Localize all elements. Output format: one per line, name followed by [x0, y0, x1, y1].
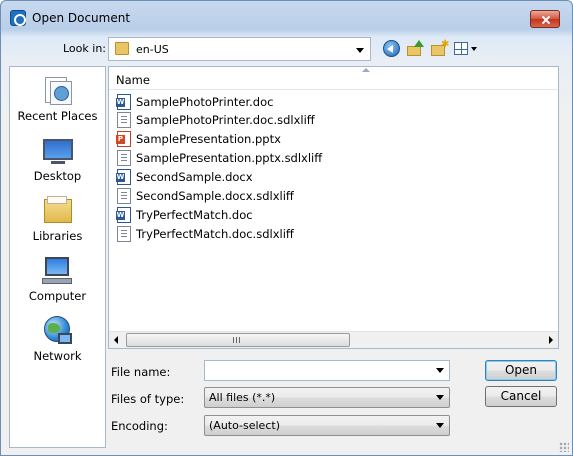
chevron-down-icon[interactable] — [356, 48, 364, 53]
encoding-dropdown[interactable]: (Auto-select) — [204, 415, 450, 436]
file-name-label: File name: — [111, 365, 171, 379]
scroll-left-icon[interactable] — [114, 336, 118, 344]
file-item[interactable]: TryPerfectMatch.doc.sdlxliff — [117, 225, 347, 243]
file-item[interactable]: SecondSample.docx.sdlxliff — [117, 187, 347, 205]
file-name: TryPerfectMatch.doc.sdlxliff — [136, 227, 294, 241]
resize-grip[interactable] — [559, 442, 569, 452]
horizontal-scrollbar[interactable] — [109, 331, 558, 348]
place-desktop[interactable]: Desktop — [10, 135, 105, 183]
powerpoint-file-icon — [116, 131, 131, 147]
file-item[interactable]: SamplePhotoPrinter.doc.sdlxliff — [117, 111, 347, 129]
network-icon — [42, 315, 74, 347]
place-label: Recent Places — [17, 109, 98, 123]
sdlxliff-file-icon — [117, 226, 131, 242]
file-item[interactable]: TryPerfectMatch.doc — [116, 206, 347, 224]
sdlxliff-file-icon — [117, 150, 131, 166]
file-name: TryPerfectMatch.doc — [136, 208, 253, 222]
file-name: SamplePhotoPrinter.doc — [136, 95, 274, 109]
scroll-right-icon[interactable] — [549, 336, 553, 344]
up-one-level-icon[interactable] — [407, 40, 424, 57]
place-label: Libraries — [32, 229, 83, 243]
place-label: Network — [33, 349, 82, 363]
chevron-down-icon[interactable] — [436, 423, 444, 428]
files-of-type-label: Files of type: — [111, 392, 185, 406]
new-folder-icon[interactable]: ✱ — [431, 40, 449, 57]
file-item[interactable]: SecondSample.docx — [116, 168, 347, 186]
file-item[interactable]: SamplePhotoPrinter.doc — [116, 93, 347, 111]
chevron-down-icon[interactable] — [436, 395, 444, 400]
file-name: SamplePresentation.pptx.sdlxliff — [136, 151, 323, 165]
sdlxliff-file-icon — [117, 112, 131, 128]
app-icon — [10, 10, 26, 26]
window-title: Open Document — [32, 11, 131, 25]
place-computer[interactable]: Computer — [10, 255, 105, 303]
encoding-label: Encoding: — [111, 419, 168, 433]
open-button[interactable]: Open — [485, 360, 557, 381]
file-name: SecondSample.docx — [136, 170, 253, 184]
files-of-type-dropdown[interactable]: All files (*.*) — [204, 387, 450, 408]
computer-icon — [41, 255, 74, 287]
folder-icon — [115, 42, 129, 55]
look-in-label: Look in: — [63, 42, 106, 55]
close-button[interactable] — [530, 10, 560, 28]
open-document-dialog: Open Document Look in: en-US ✱ Recent Pl… — [0, 0, 573, 456]
scrollbar-thumb[interactable] — [126, 333, 350, 347]
column-header-label: Name — [116, 73, 150, 87]
recent-places-icon — [42, 75, 74, 107]
libraries-icon — [42, 195, 74, 227]
file-name: SamplePhotoPrinter.doc.sdlxliff — [136, 113, 315, 127]
column-header-name[interactable]: Name — [109, 67, 558, 90]
view-menu-icon[interactable] — [454, 40, 478, 57]
place-libraries[interactable]: Libraries — [10, 195, 105, 243]
files-of-type-value: All files (*.*) — [209, 391, 276, 404]
file-list[interactable]: Name SamplePhotoPrinter.doc SamplePhotoP… — [108, 66, 559, 349]
sort-ascending-icon — [362, 68, 370, 72]
encoding-value: (Auto-select) — [209, 419, 280, 432]
place-label: Desktop — [33, 169, 82, 183]
file-item[interactable]: SamplePresentation.pptx — [116, 130, 347, 148]
file-name: SecondSample.docx.sdlxliff — [136, 189, 294, 203]
chevron-down-icon[interactable] — [436, 368, 444, 373]
place-recent-places[interactable]: Recent Places — [10, 75, 105, 123]
cancel-button[interactable]: Cancel — [485, 386, 557, 407]
file-name-field[interactable] — [204, 360, 450, 381]
look-in-dropdown[interactable]: en-US — [108, 37, 371, 61]
word-document-icon — [116, 169, 131, 185]
file-item[interactable]: SamplePresentation.pptx.sdlxliff — [117, 149, 347, 167]
places-bar: Recent Places Desktop Libraries Computer… — [9, 66, 106, 448]
title-bar[interactable]: Open Document — [1, 1, 572, 35]
word-document-icon — [116, 94, 131, 110]
back-icon[interactable] — [383, 40, 400, 57]
desktop-icon — [42, 135, 74, 167]
look-in-value: en-US — [136, 43, 169, 56]
place-network[interactable]: Network — [10, 315, 105, 363]
grip-icon — [233, 337, 241, 343]
word-document-icon — [116, 207, 131, 223]
file-name: SamplePresentation.pptx — [136, 132, 281, 146]
sdlxliff-file-icon — [117, 188, 131, 204]
place-label: Computer — [28, 289, 87, 303]
